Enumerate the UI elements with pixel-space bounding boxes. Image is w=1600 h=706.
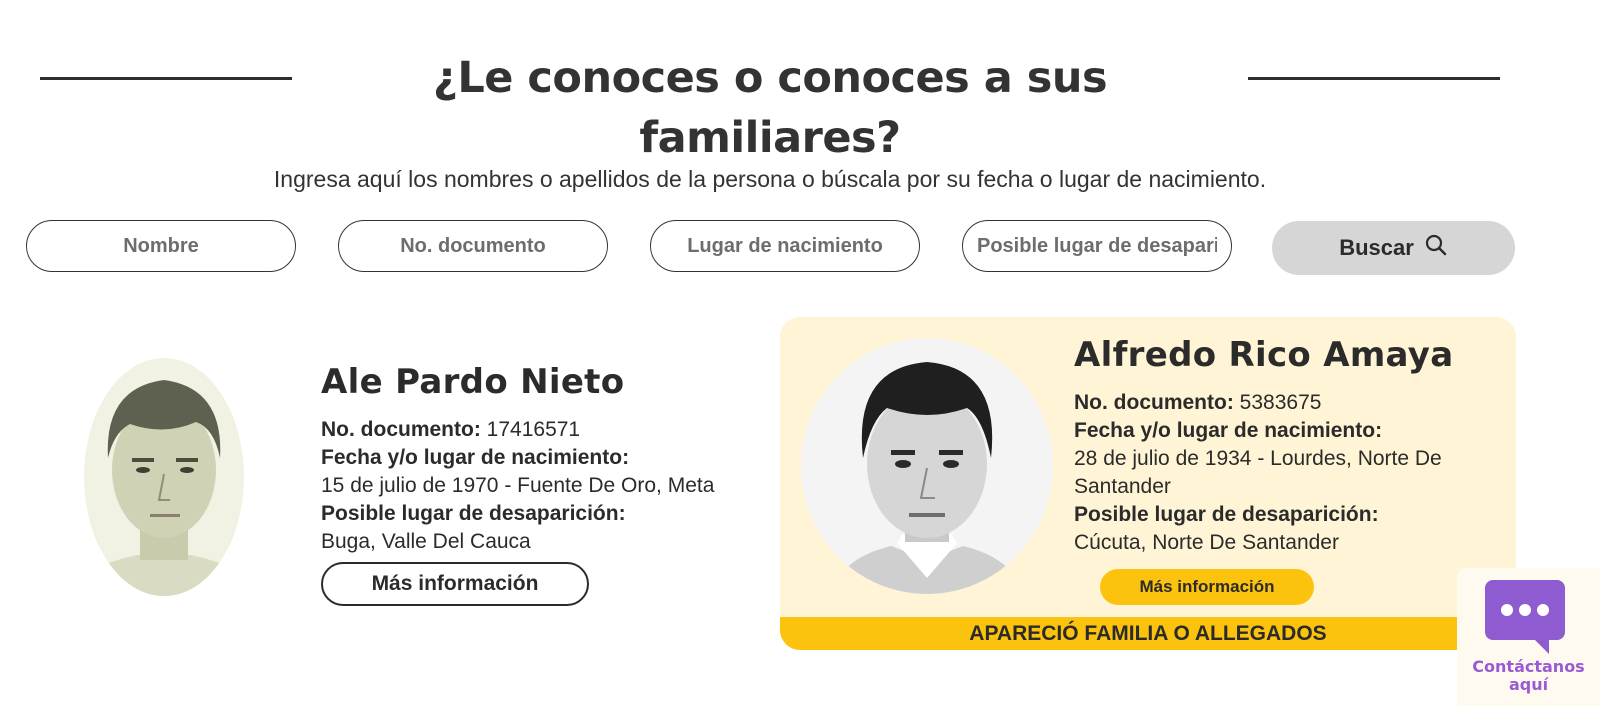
birth-label: Fecha y/o lugar de nacimiento: xyxy=(1074,419,1383,442)
chat-label-line2: aquí xyxy=(1508,675,1549,694)
search-button[interactable]: Buscar xyxy=(1272,221,1515,275)
person-card-highlighted: Alfredo Rico Amaya No. documento: 538367… xyxy=(780,317,1516,650)
person-name: Ale Pardo Nieto xyxy=(321,362,625,402)
chat-widget[interactable]: Contáctanos aquí xyxy=(1457,568,1600,706)
birth-value: 15 de julio de 1970 - Fuente De Oro, Met… xyxy=(321,474,715,497)
search-icon xyxy=(1424,233,1448,263)
document-search-input[interactable] xyxy=(338,220,608,272)
document-label: No. documento: xyxy=(1074,391,1234,414)
status-banner: APARECIÓ FAMILIA O ALLEGADOS xyxy=(780,617,1516,650)
search-button-label: Buscar xyxy=(1339,235,1414,260)
chat-label-line1: Contáctanos xyxy=(1472,657,1585,676)
document-label: No. documento: xyxy=(321,418,481,441)
person-details: No. documento: 17416571 Fecha y/o lugar … xyxy=(321,416,741,556)
person-name: Alfredo Rico Amaya xyxy=(1074,335,1454,375)
disappearance-label: Posible lugar de desaparición: xyxy=(1074,503,1379,526)
page-subtitle: Ingresa aquí los nombres o apellidos de … xyxy=(273,166,1267,192)
disappearance-value: Cúcuta, Norte De Santander xyxy=(1074,531,1339,554)
document-row: No. documento: 5383675 xyxy=(1074,389,1494,417)
birth-label: Fecha y/o lugar de nacimiento: xyxy=(321,446,630,469)
title-row: ¿Le conoces o conoces a sus familiares? xyxy=(0,48,1600,163)
birthplace-search-input[interactable] xyxy=(650,220,920,272)
name-search-input[interactable] xyxy=(26,220,296,272)
page-title: ¿Le conoces o conoces a sus familiares? xyxy=(432,53,1108,163)
document-value: 5383675 xyxy=(1239,391,1322,414)
disappearance-label: Posible lugar de desaparición: xyxy=(321,502,626,525)
disappearance-place-search-input[interactable] xyxy=(962,220,1232,272)
person-photo xyxy=(84,358,244,596)
document-row: No. documento: 17416571 xyxy=(321,416,741,444)
title-divider-left xyxy=(40,77,292,80)
person-details: No. documento: 5383675 Fecha y/o lugar d… xyxy=(1074,389,1494,557)
title-divider-right xyxy=(1248,77,1500,80)
birth-value: 28 de julio de 1934 - Lourdes, Norte De … xyxy=(1074,447,1442,498)
disappearance-value: Buga, Valle Del Cauca xyxy=(321,530,531,553)
more-info-button[interactable]: Más información xyxy=(321,562,589,606)
chat-label[interactable]: Contáctanos aquí xyxy=(1457,658,1600,694)
more-info-button[interactable]: Más información xyxy=(1100,569,1314,605)
person-photo xyxy=(801,338,1053,594)
chat-bubble-icon xyxy=(1483,576,1567,661)
document-value: 17416571 xyxy=(486,418,581,441)
